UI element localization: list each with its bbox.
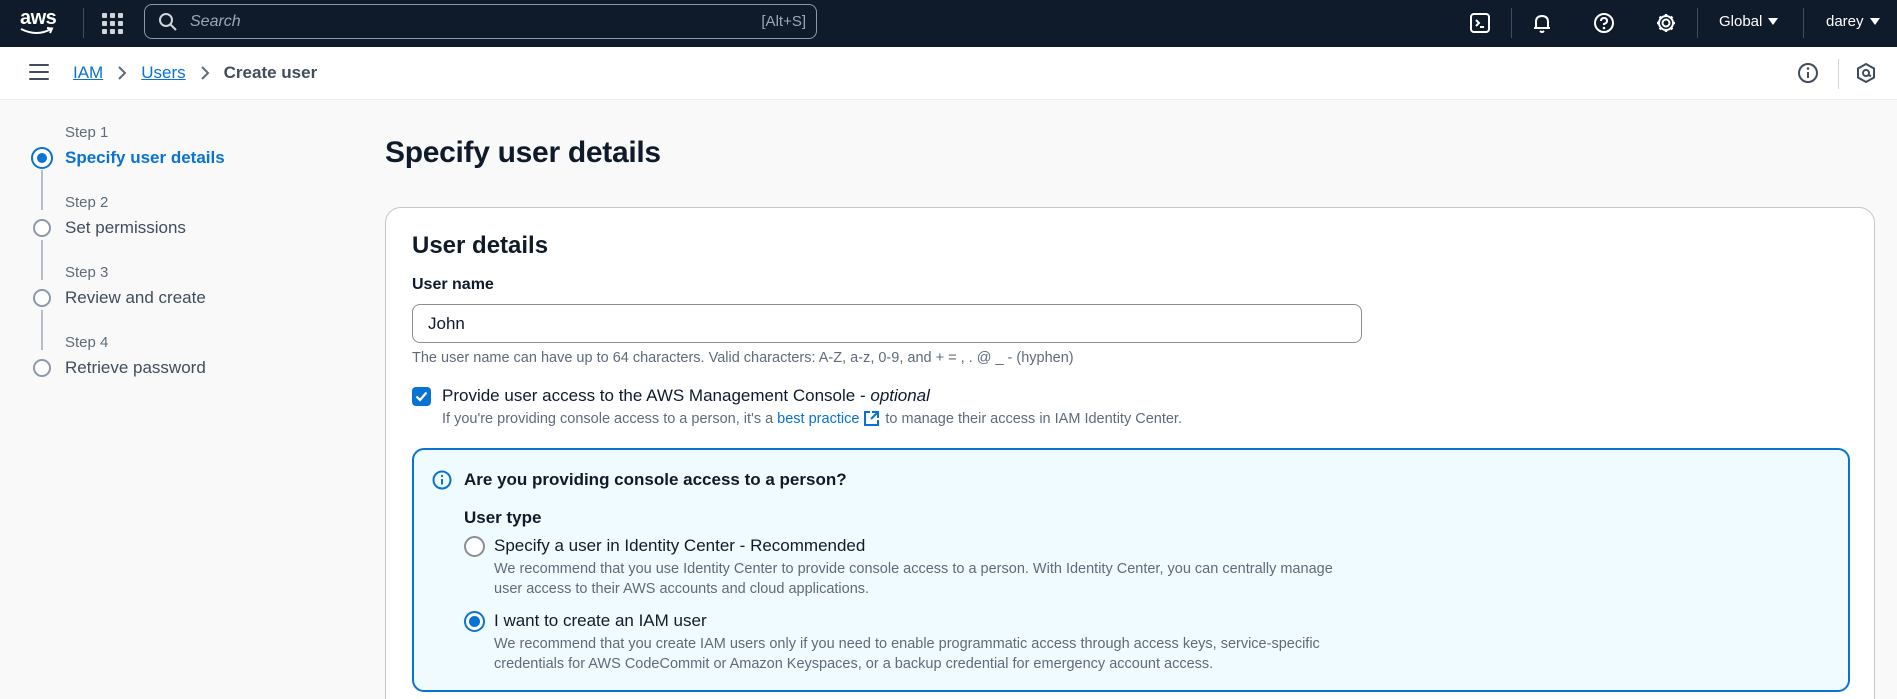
breadcrumb-users[interactable]: Users [141,63,185,83]
search-icon [159,12,177,31]
desc-before: If you're providing console access to a … [442,410,774,427]
best-practice-link[interactable]: best practice [777,411,859,427]
info-panel-icon[interactable] [1797,62,1819,84]
nav-divider [83,8,84,38]
step-2[interactable]: Step 2 Set permissions [30,188,330,280]
region-selector[interactable]: Global [1719,13,1779,30]
external-link-icon[interactable] [863,410,880,427]
bell-icon[interactable] [1529,10,1555,36]
step-title[interactable]: Retrieve password [65,358,206,378]
console-access-checkbox[interactable] [412,387,431,406]
console-access-description: If you're providing console access to a … [442,410,1182,427]
console-access-info-box: Are you providing console access to a pe… [412,448,1850,692]
desc-after: to manage their access in IAM Identity C… [885,410,1182,427]
help-icon[interactable] [1591,10,1617,36]
iam-user-label[interactable]: I want to create an IAM user [494,611,707,631]
services-grid-icon[interactable] [100,11,124,35]
step-title[interactable]: Review and create [65,288,206,308]
top-navigation: aws Search [Alt+S] Global darey [0,0,1897,47]
checkmark-icon [415,391,428,402]
page-title: Specify user details [385,136,661,169]
info-box-title: Are you providing console access to a pe… [464,470,847,489]
account-menu[interactable]: darey [1826,13,1880,30]
gear-icon[interactable] [1653,10,1679,36]
console-access-text: Provide user access to the AWS Managemen… [442,386,871,405]
identity-center-radio[interactable] [464,536,485,557]
step-number: Step 4 [65,334,109,351]
username-input[interactable] [412,304,1362,343]
step-3[interactable]: Step 3 Review and create [30,258,330,350]
step-1[interactable]: Step 1 Specify user details [30,118,330,210]
breadcrumb-bar: IAM Users Create user [0,47,1897,100]
user-details-card: User details User name The user name can… [385,207,1875,699]
search-bar[interactable]: Search [Alt+S] [144,4,817,39]
search-placeholder: Search [190,12,241,30]
step-4[interactable]: Step 4 Retrieve password [30,328,330,398]
chevron-right-icon [117,66,127,80]
chevron-right-icon [200,66,210,80]
breadcrumb-current: Create user [223,63,318,82]
search-shortcut: [Alt+S] [761,13,806,30]
console-access-label[interactable]: Provide user access to the AWS Managemen… [442,386,930,406]
breadcrumb: IAM Users Create user [73,63,317,83]
username-hint: The user name can have up to 64 characte… [412,350,1074,366]
identity-center-label[interactable]: Specify a user in Identity Center - Reco… [494,536,865,556]
security-icon[interactable] [1855,62,1877,84]
step-number: Step 3 [65,264,109,281]
divider [1838,59,1839,89]
step-active-icon [31,147,53,169]
caret-down-icon [1869,18,1880,25]
caret-down-icon [1768,18,1779,25]
iam-user-description: We recommend that you create IAM users o… [494,636,1320,672]
card-title: User details [412,232,549,259]
account-name: darey [1826,13,1864,30]
identity-center-description: We recommend that you use Identity Cente… [494,561,1333,597]
step-number: Step 2 [65,194,109,211]
menu-icon[interactable] [29,64,49,82]
cloudshell-icon[interactable] [1467,10,1493,36]
aws-logo[interactable]: aws [20,7,64,39]
aws-logo-text: aws [20,7,57,29]
step-pending-icon [33,359,51,377]
user-type-label: User type [464,508,542,527]
wizard-steps: Step 1 Specify user details Step 2 Set p… [30,118,330,398]
optional-text: optional [870,386,930,405]
info-icon [432,470,452,490]
step-title[interactable]: Set permissions [65,218,186,238]
region-label: Global [1719,13,1763,30]
step-pending-icon [33,289,51,307]
aws-smile-icon [20,27,54,34]
step-number: Step 1 [65,124,109,141]
nav-divider [1511,8,1512,38]
nav-divider [1697,8,1698,38]
username-label: User name [412,276,494,293]
nav-divider [1803,8,1804,38]
iam-user-radio[interactable] [464,611,485,632]
step-pending-icon [33,219,51,237]
breadcrumb-iam[interactable]: IAM [73,63,103,83]
step-title[interactable]: Specify user details [65,148,225,168]
